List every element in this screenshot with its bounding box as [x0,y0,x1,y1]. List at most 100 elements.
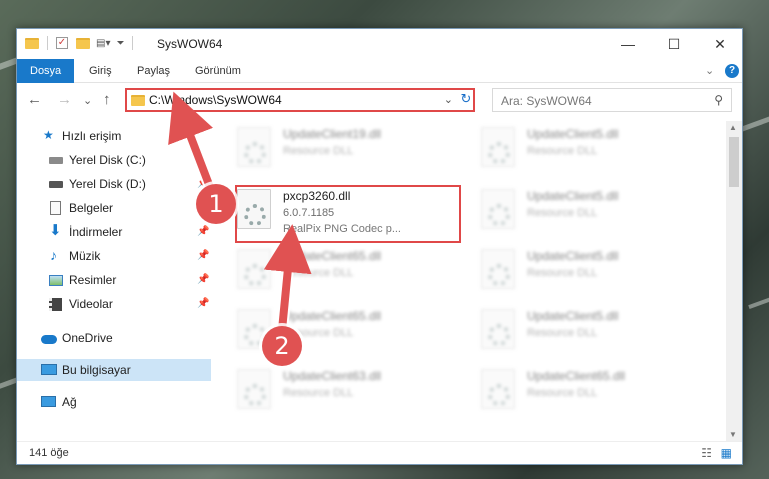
vertical-scrollbar[interactable]: ▲ ▼ [726,121,742,441]
callout-badge-1: 1 [196,184,236,224]
sidebar-item-label: Belgeler [69,201,114,215]
refresh-icon[interactable]: ↻ [457,91,475,109]
file-description: Resource DLL [527,207,598,219]
file-name: UpdateClient65.dll [283,249,382,263]
background-streak [748,294,769,310]
item-count: 141 öğe [29,447,69,459]
file-item[interactable]: UpdateClient65.dll Resource DLL [237,245,467,303]
quick-access-toolbar: ✓ ▤▾ ⏷ [25,36,134,50]
address-path[interactable]: C:\Windows\SysWOW64 [149,93,282,107]
videos-icon [49,298,62,311]
sidebar-item-label: OneDrive [62,331,113,345]
ribbon-expand-icon[interactable]: ⌄ [705,59,714,83]
file-name: UpdateClient5.dll [527,249,619,263]
file-item[interactable]: UpdateClient5.dll Resource DLL [481,305,711,363]
file-name: UpdateClient5.dll [527,189,619,203]
file-name: UpdateClient63.dll [283,369,382,383]
computer-icon [41,364,57,375]
drive-icon [49,181,63,188]
explorer-window: ✓ ▤▾ ⏷ SysWOW64 — ☐ ✕ Dosya Giriş Paylaş… [16,28,743,465]
drive-icon [49,157,63,164]
file-name: UpdateClient65.dll [283,309,382,323]
dll-file-icon [481,249,515,289]
file-description: Resource DLL [527,267,598,279]
large-icons-view-icon[interactable]: ▦ [721,446,732,460]
sidebar-item-this-pc[interactable]: Bu bilgisayar [17,359,211,381]
sidebar-item-onedrive[interactable]: OneDrive [17,327,211,349]
file-highlight-box [235,185,461,243]
file-name: UpdateClient19.dll [283,127,382,141]
forward-button[interactable]: → [57,91,72,108]
sidebar-item-downloads[interactable]: ⬇ İndirmeler 📌 [17,221,211,243]
scroll-up-icon[interactable]: ▲ [729,123,737,132]
sidebar-item-label: Ağ [62,395,77,409]
search-input[interactable]: Ara: SysWOW64 ⚲ [492,88,732,112]
dropdown-icon[interactable]: ⏷ [116,38,124,49]
dll-file-icon [237,369,271,409]
sidebar-item-quick-access[interactable]: ★ Hızlı erişim [17,125,211,147]
tab-home[interactable]: Giriş [89,59,112,83]
address-bar[interactable]: C:\Windows\SysWOW64 ⌄ [125,88,475,112]
file-description: Resource DLL [527,145,598,157]
details-view-icon[interactable]: ☷ [701,446,712,460]
dll-file-icon [481,369,515,409]
dll-file-icon [481,309,515,349]
sidebar-item-pictures[interactable]: Resimler 📌 [17,269,211,291]
properties-icon[interactable]: ✓ [56,37,68,49]
file-name: UpdateClient65.dll [527,369,626,383]
tab-share[interactable]: Paylaş [137,59,170,83]
sidebar-item-videos[interactable]: Videolar 📌 [17,293,211,315]
sidebar-item-label: Hızlı erişim [62,129,122,143]
sidebar-item-label: Müzik [69,249,101,263]
customize-icon[interactable]: ▤▾ [96,38,110,49]
close-button[interactable]: ✕ [697,29,742,59]
file-item[interactable]: UpdateClient5.dll Resource DLL [481,245,711,303]
sidebar-item-network[interactable]: Ağ [17,391,211,413]
help-icon[interactable]: ? [725,64,739,78]
window-title: SysWOW64 [157,37,223,51]
status-bar: 141 öğe ☷ ▦ [17,441,742,464]
documents-icon [50,201,61,215]
scroll-down-icon[interactable]: ▼ [729,430,737,439]
address-dropdown-icon[interactable]: ⌄ [444,93,453,106]
file-item[interactable]: UpdateClient5.dll Resource DLL [481,185,711,243]
up-button[interactable]: ↑ [103,91,111,108]
cloud-icon [41,335,57,344]
sidebar-item-local-disk-d[interactable]: Yerel Disk (D:) 📌 [17,173,211,195]
dll-file-icon [481,189,515,229]
minimize-button[interactable]: — [605,29,651,59]
music-icon: ♪ [50,247,57,263]
sidebar-item-local-disk-c[interactable]: Yerel Disk (C:) [17,149,211,171]
dll-file-icon [237,249,271,289]
title-bar: ✓ ▤▾ ⏷ SysWOW64 — ☐ ✕ [17,29,742,59]
file-list: UpdateClient19.dll Resource DLL pxcp3260… [221,121,726,441]
folder-icon [25,37,39,49]
maximize-button[interactable]: ☐ [651,29,697,59]
sidebar-item-music[interactable]: ♪ Müzik 📌 [17,245,211,267]
tab-file[interactable]: Dosya [17,59,75,83]
sidebar-item-documents[interactable]: Belgeler 📌 [17,197,211,219]
sidebar-item-label: Resimler [69,273,117,287]
pictures-icon [49,275,63,286]
download-icon: ⬇ [49,222,62,239]
ribbon-tabs: Dosya Giriş Paylaş Görünüm ⌄ ? [17,59,742,83]
file-description: Resource DLL [283,145,354,157]
new-folder-icon[interactable] [76,37,90,49]
file-description: Resource DLL [283,267,354,279]
file-item[interactable]: UpdateClient63.dll Resource DLL [237,365,467,423]
address-row: ← → ⌄ ↑ C:\Windows\SysWOW64 ⌄ ↻ Ara: Sys… [17,85,742,115]
sidebar-item-label: Yerel Disk (C:) [69,153,146,167]
scrollbar-thumb[interactable] [729,137,739,187]
pin-icon: 📌 [197,226,210,237]
search-icon[interactable]: ⚲ [714,93,723,107]
tab-view[interactable]: Görünüm [195,59,241,83]
recent-locations-button[interactable]: ⌄ [83,94,92,107]
file-item[interactable]: UpdateClient5.dll Resource DLL [481,123,711,181]
file-item[interactable]: UpdateClient19.dll Resource DLL [237,123,467,181]
file-item[interactable]: UpdateClient65.dll Resource DLL [481,365,711,423]
pin-icon: 📌 [197,250,210,261]
back-button[interactable]: ← [27,91,42,108]
folder-icon [131,95,145,106]
navigation-pane: ★ Hızlı erişim Yerel Disk (C:) Yerel Dis… [17,121,211,441]
pin-icon: 📌 [197,274,210,285]
